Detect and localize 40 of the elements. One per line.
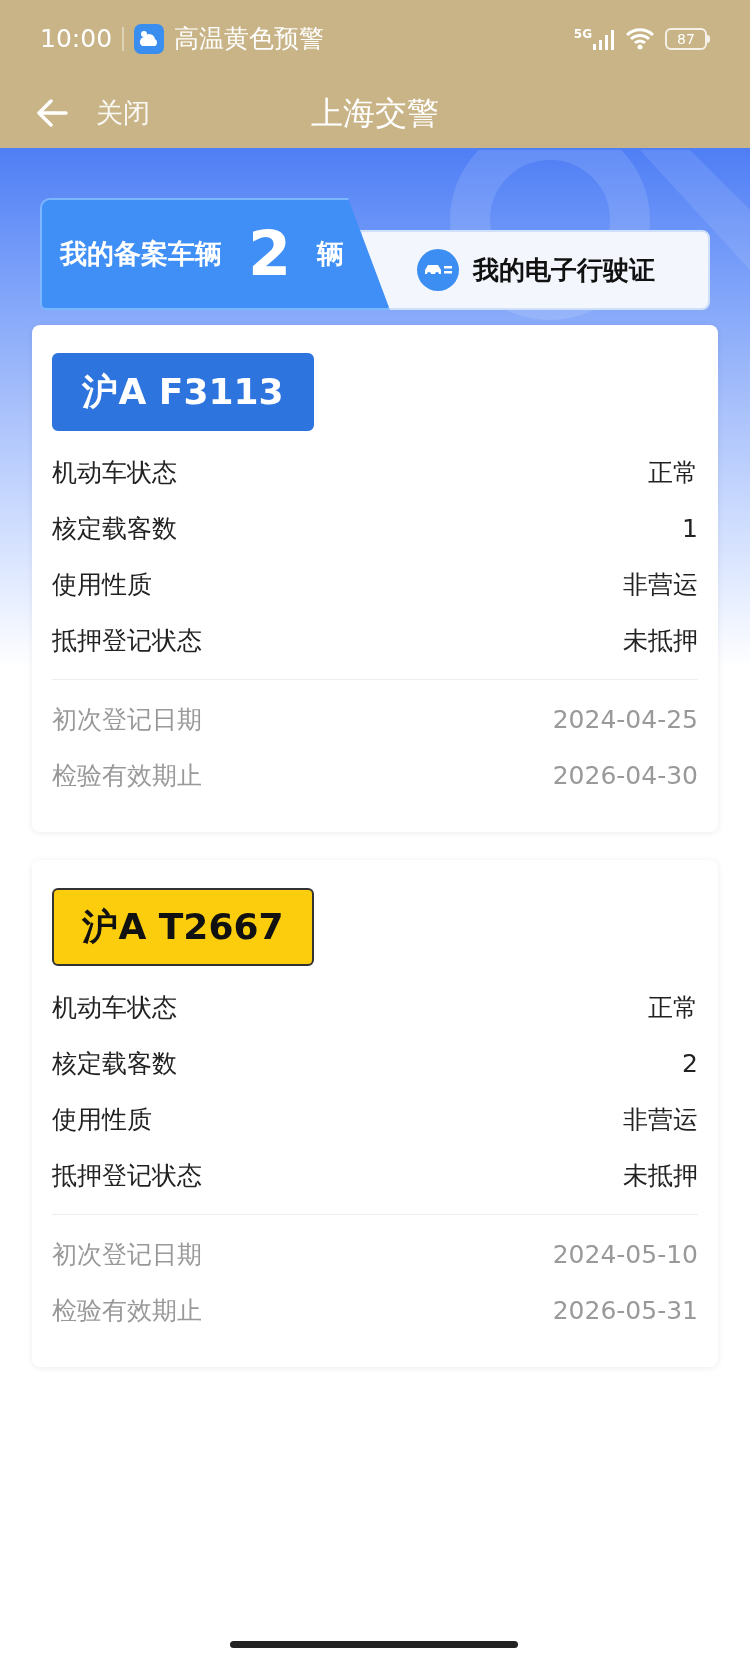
field-label: 初次登记日期 [52, 1239, 202, 1272]
field-label: 核定载客数 [52, 1048, 177, 1081]
field-value: 正常 [648, 457, 698, 490]
field-value: 未抵押 [623, 1160, 698, 1193]
field-label: 初次登记日期 [52, 704, 202, 737]
car-license-icon [417, 249, 459, 291]
field-value: 非营运 [623, 569, 698, 602]
field-value: 2024-05-10 [552, 1239, 698, 1272]
field-label: 核定载客数 [52, 513, 177, 546]
field-value: 2026-04-30 [552, 760, 698, 793]
network-label: 5G [573, 28, 592, 40]
field-label: 检验有效期止 [52, 760, 202, 793]
field-label: 机动车状态 [52, 992, 177, 1025]
field-label: 使用性质 [52, 1104, 152, 1137]
field-label: 检验有效期止 [52, 1295, 202, 1328]
license-plate: 沪A T2667 [52, 888, 314, 966]
close-link[interactable]: 关闭 [96, 92, 150, 134]
signal-icon [593, 28, 615, 50]
field-value: 2026-05-31 [552, 1295, 698, 1328]
notification-text: 高温黄色预警 [174, 23, 325, 56]
field-label: 抵押登记状态 [52, 1160, 202, 1193]
field-label: 机动车状态 [52, 457, 177, 490]
field-value: 2024-04-25 [552, 704, 698, 737]
vehicles-tab[interactable]: 我的备案车辆 2 辆 [40, 198, 390, 310]
field-label: 使用性质 [52, 569, 152, 602]
field-value: 2 [682, 1048, 698, 1081]
status-time: 10:00 [40, 23, 113, 56]
wifi-icon [625, 27, 655, 51]
field-label: 抵押登记状态 [52, 625, 202, 658]
license-plate: 沪A F3113 [52, 353, 314, 431]
field-value: 非营运 [623, 1104, 698, 1137]
weather-app-icon [134, 24, 165, 54]
field-value: 1 [682, 513, 698, 546]
back-arrow-icon[interactable] [36, 99, 68, 127]
license-tab[interactable]: 我的电子行驶证 [360, 230, 710, 310]
field-value: 正常 [648, 992, 698, 1025]
field-value: 未抵押 [623, 625, 698, 658]
battery-icon: 87 [665, 28, 710, 50]
home-indicator[interactable] [230, 1641, 518, 1648]
page-title: 上海交警 [311, 93, 439, 134]
